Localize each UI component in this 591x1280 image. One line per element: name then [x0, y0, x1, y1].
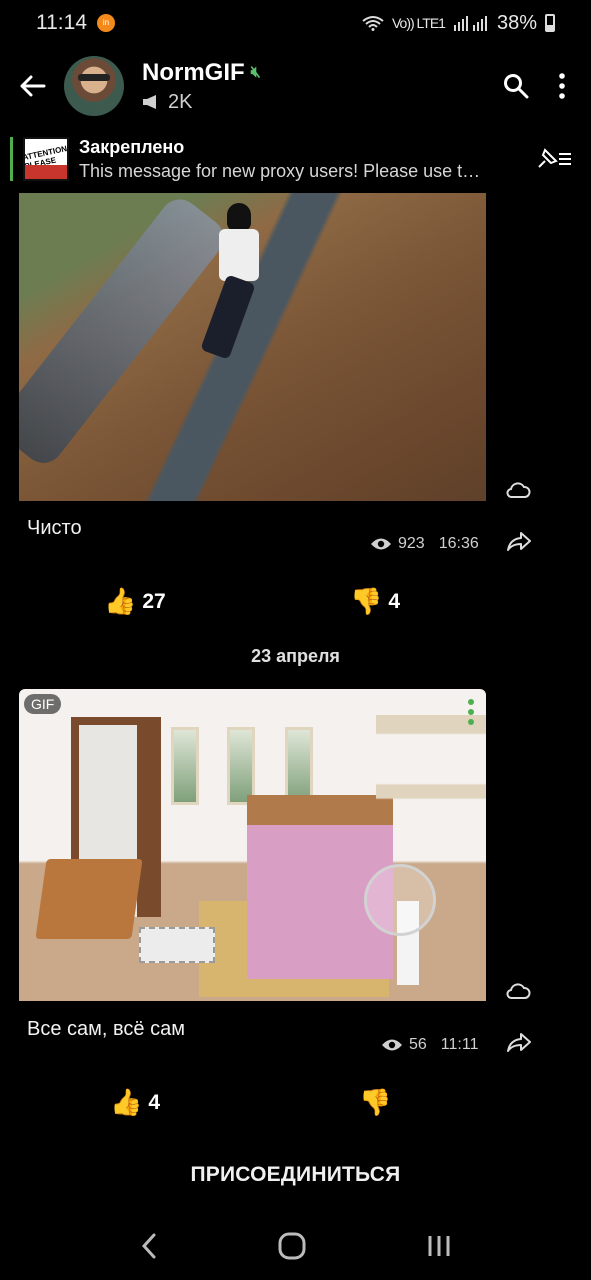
channel-title-block[interactable]: NormGIF 🔇︎ 2K [142, 59, 493, 114]
post-media-video[interactable] [19, 193, 486, 501]
status-time: 11:14 [36, 11, 87, 34]
system-nav-bar [0, 1212, 591, 1280]
nav-back-icon[interactable] [139, 1232, 159, 1260]
channel-name: NormGIF [142, 58, 245, 86]
search-icon [504, 74, 529, 99]
view-count: 923 [398, 535, 425, 552]
post-meta: 923 16:36 [370, 535, 479, 553]
join-channel-button[interactable]: ПРИСОЕДИНИТЬСЯ [0, 1163, 591, 1187]
reaction-like-button[interactable]: 👍 4 [110, 1087, 160, 1118]
thumbs-down-icon: 👎 [359, 1087, 392, 1117]
post-time: 16:36 [438, 535, 479, 552]
reaction-count: 27 [142, 589, 166, 613]
network-label: Vo)) LTE1 [391, 15, 446, 31]
date-separator: 23 апреля [251, 646, 340, 666]
views-eye-icon [371, 538, 391, 550]
battery-icon [545, 14, 555, 32]
reaction-count: 4 [388, 589, 401, 613]
gif-badge: GIF [24, 694, 62, 714]
pinned-title: Закреплено [79, 136, 185, 157]
reaction-count: 4 [148, 1090, 161, 1114]
status-icons: Vo)) LTE1 38% [362, 12, 555, 35]
post-meta: 56 11:11 [381, 1036, 478, 1054]
pinned-thumbnail [23, 137, 69, 181]
post-media-gif[interactable]: GIF [19, 689, 486, 1001]
status-bar: 11:14 in Vo)) LTE1 38% [0, 0, 591, 46]
share-icon[interactable] [506, 1031, 532, 1053]
nav-home-icon[interactable] [277, 1231, 307, 1261]
thumbs-up-icon: 👍 [110, 1087, 143, 1117]
pin-list-icon [538, 148, 571, 168]
reaction-dislike-button[interactable]: 👎 [359, 1087, 397, 1118]
post-caption: Чисто [27, 517, 82, 539]
cloud-icon[interactable] [505, 981, 531, 1001]
views-eye-icon [382, 1039, 402, 1051]
signal-icon [453, 16, 487, 31]
more-vertical-icon [559, 73, 565, 99]
pinned-message-bar[interactable]: Закреплено This message for new proxy us… [0, 132, 591, 186]
back-arrow-icon [20, 75, 46, 97]
battery-percent: 38% [496, 11, 537, 34]
chat-header: NormGIF 🔇︎ 2K [0, 46, 591, 126]
channel-avatar[interactable] [64, 56, 124, 116]
view-count: 56 [409, 1036, 427, 1053]
nav-recents-icon[interactable] [426, 1233, 452, 1259]
wifi-icon [362, 16, 384, 31]
more-menu-button[interactable] [539, 63, 585, 109]
thumbs-down-icon: 👎 [350, 586, 383, 616]
share-icon[interactable] [506, 530, 532, 552]
post-caption: Все сам, всё сам [27, 1018, 185, 1040]
search-button[interactable] [493, 63, 539, 109]
pinned-message-text: This message for new proxy users! Please… [79, 160, 481, 181]
notification-icon: in [97, 14, 115, 32]
pinned-indicator [10, 137, 13, 181]
back-button[interactable] [0, 54, 64, 118]
reaction-like-button[interactable]: 👍 27 [104, 586, 166, 617]
post-time: 11:11 [440, 1036, 479, 1053]
reaction-dislike-button[interactable]: 👎 4 [350, 586, 400, 617]
media-menu-button[interactable] [468, 699, 474, 725]
muted-icon: 🔇︎ [250, 63, 261, 81]
cloud-icon[interactable] [505, 480, 531, 500]
subscriber-count: 2K [168, 90, 193, 113]
megaphone-icon [143, 95, 156, 109]
pinned-list-button[interactable] [531, 136, 577, 182]
thumbs-up-icon: 👍 [104, 586, 137, 616]
